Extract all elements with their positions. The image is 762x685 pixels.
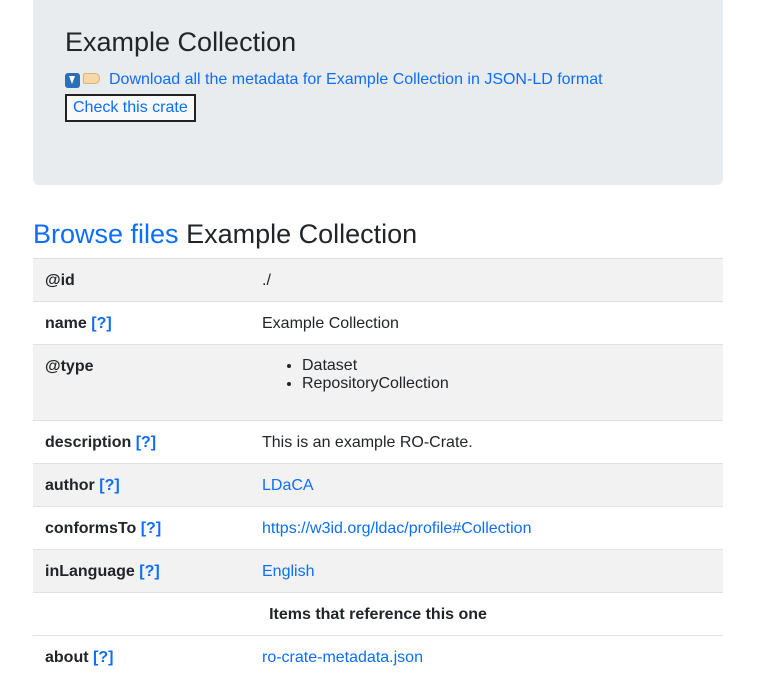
- properties-table: @id ./ name [?] Example Collection @type…: [33, 258, 723, 678]
- id-key-label: @id: [45, 272, 75, 289]
- description-help-link[interactable]: [?]: [136, 434, 156, 451]
- description-key-label: description: [45, 434, 132, 451]
- browse-heading: Browse files Example Collection: [33, 216, 417, 252]
- property-key: @type: [33, 344, 250, 421]
- type-list: Dataset RepositoryCollection: [262, 357, 711, 393]
- property-value: ro-crate-metadata.json: [250, 635, 723, 678]
- table-row-name: name [?] Example Collection: [33, 301, 723, 345]
- inlanguage-key-label: inLanguage: [45, 563, 135, 580]
- header-panel: Example Collection Download all the meta…: [33, 0, 723, 185]
- name-help-link[interactable]: [?]: [91, 315, 111, 332]
- name-key-label: name: [45, 315, 87, 332]
- type-key-label: @type: [45, 358, 94, 375]
- reference-section-heading: Items that reference this one: [33, 592, 723, 636]
- page-title: Example Collection: [65, 27, 297, 57]
- author-key-label: author: [45, 477, 95, 494]
- name-value: Example Collection: [262, 315, 399, 332]
- property-key: author [?]: [33, 463, 250, 507]
- property-value: This is an example RO-Crate.: [250, 420, 723, 464]
- property-value: https://w3id.org/ldac/profile#Collection: [250, 506, 723, 550]
- tag-icon: [83, 72, 100, 84]
- table-row-type: @type Dataset RepositoryCollection: [33, 344, 723, 421]
- conformsto-link[interactable]: https://w3id.org/ldac/profile#Collection: [262, 520, 531, 537]
- property-key: name [?]: [33, 301, 250, 345]
- property-value: Example Collection: [250, 301, 723, 345]
- table-row-inlanguage: inLanguage [?] English: [33, 549, 723, 593]
- property-key: inLanguage [?]: [33, 549, 250, 593]
- property-key: @id: [33, 258, 250, 302]
- author-help-link[interactable]: [?]: [99, 477, 119, 494]
- conformsto-key-label: conformsTo: [45, 520, 137, 537]
- page: Example Collection Download all the meta…: [0, 0, 762, 685]
- list-item: RepositoryCollection: [302, 375, 711, 393]
- table-row-id: @id ./: [33, 258, 723, 302]
- download-line: Download all the metadata for Example Co…: [65, 70, 691, 90]
- description-value: This is an example RO-Crate.: [262, 434, 473, 451]
- property-key: description [?]: [33, 420, 250, 464]
- download-arrow-icon: [65, 72, 80, 88]
- id-value: ./: [262, 272, 271, 289]
- download-metadata-link[interactable]: Download all the metadata for Example Co…: [109, 71, 603, 89]
- table-row-reference-heading: Items that reference this one: [33, 592, 723, 636]
- browse-files-link[interactable]: Browse files: [33, 219, 179, 249]
- property-value: ./: [250, 258, 723, 302]
- property-value: LDaCA: [250, 463, 723, 507]
- property-key: conformsTo [?]: [33, 506, 250, 550]
- table-row-about: about [?] ro-crate-metadata.json: [33, 635, 723, 678]
- about-key-label: about: [45, 649, 89, 666]
- property-key: about [?]: [33, 635, 250, 678]
- property-value: Dataset RepositoryCollection: [250, 344, 723, 421]
- author-link[interactable]: LDaCA: [262, 477, 314, 494]
- property-value: English: [250, 549, 723, 593]
- check-crate-button[interactable]: Check this crate: [65, 94, 196, 122]
- list-item: Dataset: [302, 357, 711, 375]
- table-row-conformsto: conformsTo [?] https://w3id.org/ldac/pro…: [33, 506, 723, 550]
- inlanguage-help-link[interactable]: [?]: [139, 563, 159, 580]
- table-row-author: author [?] LDaCA: [33, 463, 723, 507]
- inlanguage-link[interactable]: English: [262, 563, 314, 580]
- about-link[interactable]: ro-crate-metadata.json: [262, 649, 423, 666]
- conformsto-help-link[interactable]: [?]: [141, 520, 161, 537]
- about-help-link[interactable]: [?]: [93, 649, 113, 666]
- table-row-description: description [?] This is an example RO-Cr…: [33, 420, 723, 464]
- browse-title-text: Example Collection: [186, 219, 418, 249]
